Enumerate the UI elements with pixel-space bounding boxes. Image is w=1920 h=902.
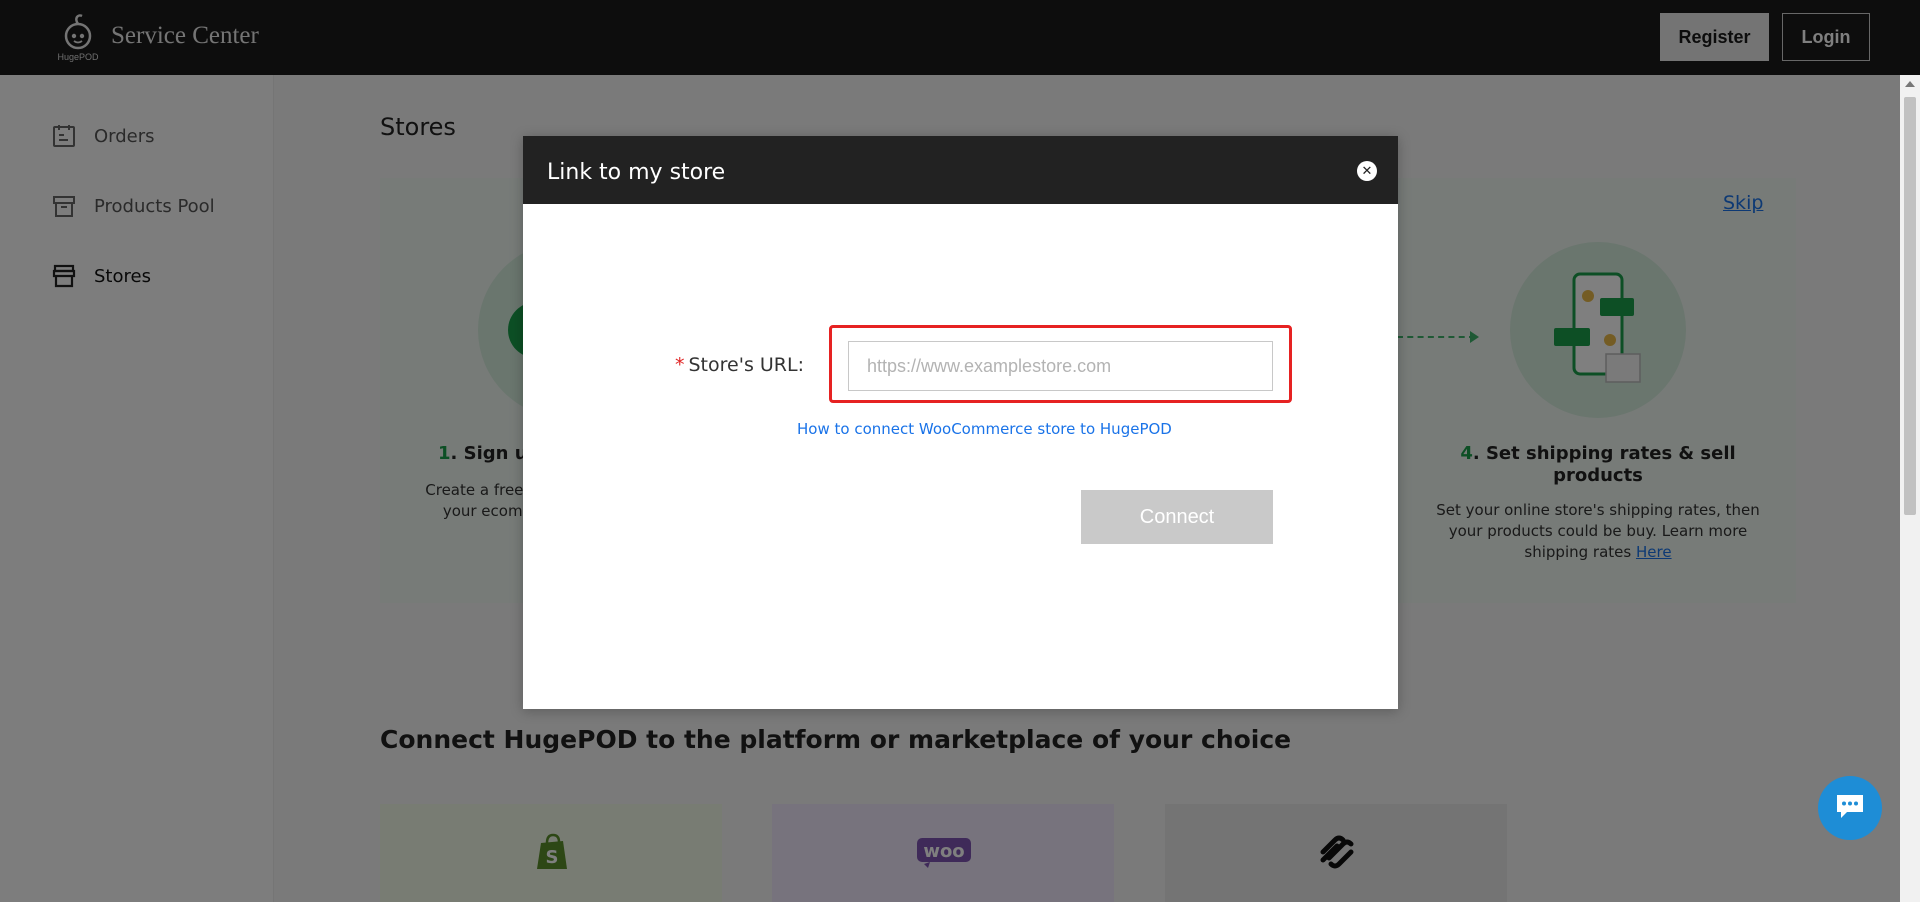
close-icon[interactable]: ✕ — [1357, 161, 1377, 181]
store-url-input[interactable] — [848, 341, 1273, 391]
store-url-label-text: Store's URL: — [688, 354, 804, 376]
scroll-up-arrow-icon[interactable] — [1905, 81, 1915, 87]
scrollbar-thumb[interactable] — [1904, 97, 1916, 515]
page-scrollbar[interactable] — [1900, 75, 1920, 902]
link-store-modal: Link to my store ✕ *Store's URL: How to … — [523, 136, 1398, 709]
modal-title: Link to my store — [547, 160, 726, 185]
connect-button[interactable]: Connect — [1081, 490, 1273, 544]
store-url-label: * Store's URL: — [675, 354, 804, 376]
chat-bubble-icon — [1833, 791, 1867, 825]
howto-connect-link[interactable]: How to connect WooCommerce store to Huge… — [797, 420, 1172, 438]
chat-button[interactable] — [1818, 776, 1882, 840]
required-asterisk: * — [675, 354, 685, 376]
modal-header: Link to my store ✕ — [523, 136, 1398, 204]
